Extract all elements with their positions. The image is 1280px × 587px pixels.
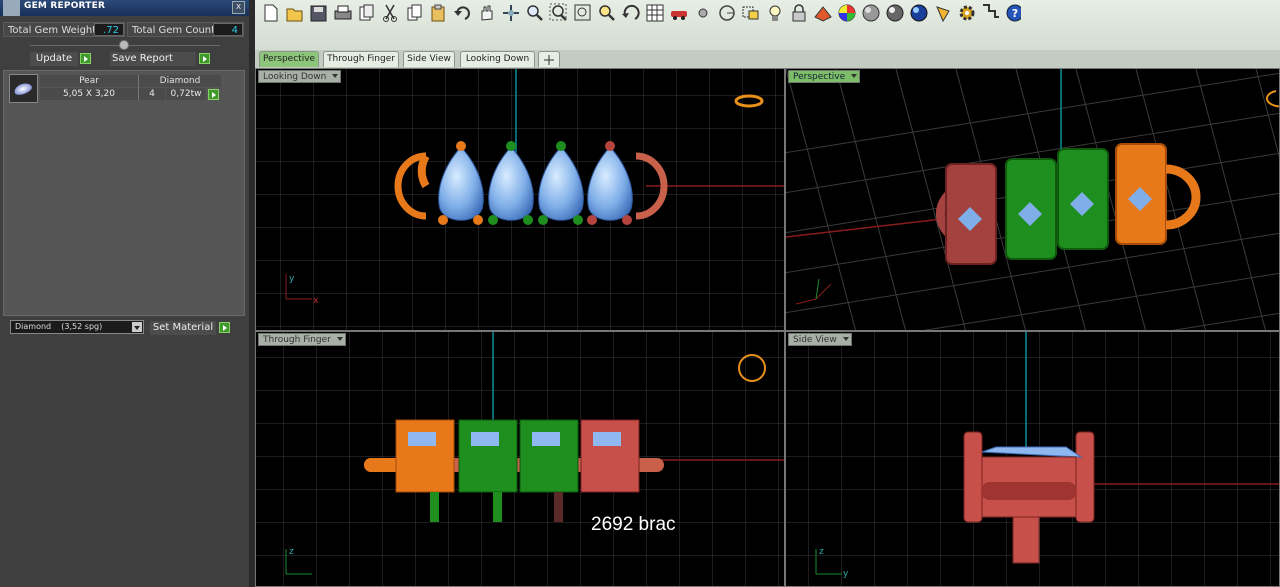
open-folder-icon[interactable] (286, 8, 303, 22)
app-icon (3, 0, 20, 16)
gem-count: 4 (139, 88, 165, 100)
svg-text:?: ? (1012, 7, 1018, 20)
set-material-go-icon[interactable] (219, 322, 230, 333)
tab-side-view[interactable]: Side View (403, 51, 455, 67)
select-icon[interactable] (742, 6, 759, 20)
plus-icon (544, 55, 554, 65)
material-select[interactable]: Diamond (3,52 spg) (10, 320, 144, 334)
save-report-button[interactable]: Save Report (110, 52, 196, 66)
gem-reporter-panel: GEM REPORTER x Total Gem Weight .72 Tota… (0, 0, 249, 587)
paste-icon[interactable] (431, 4, 445, 22)
toolbar-icons: ? (264, 3, 1021, 23)
lock-icon[interactable] (792, 4, 806, 22)
blue-sphere-icon[interactable] (910, 4, 928, 22)
zoom-extents-icon[interactable] (574, 4, 591, 21)
tab-through-finger[interactable]: Through Finger (323, 51, 399, 67)
zoom-selected-icon[interactable] (599, 5, 615, 21)
copy-doc-icon[interactable] (359, 4, 374, 21)
panel-title-bar: GEM REPORTER x (0, 0, 249, 16)
view-tabs: Perspective Through Finger Side View Loo… (255, 50, 1280, 68)
zoom-icon[interactable] (527, 5, 543, 21)
viewport-label-text: Perspective (793, 72, 846, 82)
update-go-icon[interactable] (80, 53, 91, 64)
viewport-label-looking-down[interactable]: Looking Down (258, 70, 342, 83)
render-sphere-icon[interactable] (886, 4, 904, 22)
viewport-label-text: Looking Down (263, 72, 327, 82)
svg-text:y: y (289, 274, 295, 284)
viewport-perspective[interactable]: Perspective (785, 68, 1280, 331)
overlay-caption: 2692 brac (591, 514, 676, 535)
column-material: Diamond (139, 75, 221, 87)
undo-icon[interactable] (454, 6, 470, 20)
gem-size: 5,05 X 3,20 (40, 88, 138, 100)
add-view-tab[interactable] (538, 51, 560, 67)
total-gem-weight-value: .72 (94, 23, 124, 36)
total-gem-count-value: 4 (213, 23, 243, 36)
save-report-go-icon[interactable] (199, 53, 210, 64)
slider-handle[interactable] (119, 40, 129, 50)
chevron-down-icon (336, 337, 343, 341)
panel-title: GEM REPORTER (24, 1, 106, 11)
divider (138, 75, 139, 100)
gear-icon[interactable] (959, 5, 975, 21)
chevron-down-icon (332, 74, 339, 78)
chevron-down-icon (842, 337, 849, 341)
close-button[interactable]: x (232, 1, 245, 14)
zoom-window-icon[interactable] (549, 3, 567, 21)
perspective-scene (786, 69, 1279, 330)
svg-text:y: y (843, 569, 849, 579)
grid-icon[interactable] (646, 4, 664, 22)
gem-weight: 0,72tw (166, 88, 206, 100)
point-icon[interactable] (698, 8, 708, 18)
pear-gem-thumbnail-icon (9, 74, 38, 103)
svg-text:x: x (313, 296, 319, 306)
move-icon[interactable] (503, 5, 519, 21)
svg-text:z: z (819, 547, 824, 557)
snap-icon[interactable] (983, 4, 999, 18)
through-finger-scene: z (256, 332, 784, 586)
light-icon[interactable] (769, 5, 781, 21)
car-icon[interactable] (671, 11, 687, 20)
material-icon[interactable] (814, 6, 832, 22)
tab-perspective[interactable]: Perspective (259, 51, 319, 67)
copy-icon[interactable] (407, 4, 422, 21)
chevron-down-icon (132, 322, 142, 332)
viewport-looking-down[interactable]: y x Looking Down (255, 68, 785, 331)
svg-text:z: z (289, 547, 294, 557)
viewport-side-view[interactable]: z y Side View (785, 331, 1280, 587)
viewport-label-through-finger[interactable]: Through Finger (258, 333, 346, 346)
material-select-value: Diamond (3,52 spg) (15, 322, 103, 331)
tab-looking-down[interactable]: Looking Down (460, 51, 535, 67)
side-view-scene: z y (786, 332, 1279, 586)
print-icon[interactable] (334, 5, 352, 20)
cut-icon[interactable] (383, 4, 397, 22)
viewport-through-finger[interactable]: z Through Finger (255, 331, 785, 587)
viewport-label-text: Side View (793, 335, 837, 345)
save-icon[interactable] (310, 5, 327, 22)
main-toolbar: ? (255, 0, 1280, 50)
ring-preview-icon (1266, 90, 1279, 108)
column-shape: Pear (40, 75, 138, 87)
gem-row-go-icon[interactable] (208, 89, 219, 100)
update-button[interactable]: Update (30, 52, 78, 66)
new-file-icon[interactable] (264, 4, 278, 22)
viewport-label-perspective[interactable]: Perspective (788, 70, 861, 83)
sphere-icon[interactable] (862, 4, 880, 22)
pan-hand-icon[interactable] (481, 5, 493, 21)
viewport-label-text: Through Finger (263, 335, 331, 345)
rotate-view-icon[interactable] (622, 4, 640, 20)
looking-down-scene: y x (256, 69, 784, 330)
help-icon[interactable]: ? (1006, 4, 1021, 22)
circle-icon[interactable] (719, 5, 735, 21)
pin-icon[interactable] (936, 6, 950, 23)
color-wheel-icon[interactable] (838, 4, 856, 22)
chevron-down-icon (851, 74, 858, 78)
set-material-button[interactable]: Set Material (150, 321, 216, 335)
viewport-label-side-view[interactable]: Side View (788, 333, 852, 346)
gem-list: Pear Diamond 5,05 X 3,20 4 0,72tw (3, 70, 245, 316)
